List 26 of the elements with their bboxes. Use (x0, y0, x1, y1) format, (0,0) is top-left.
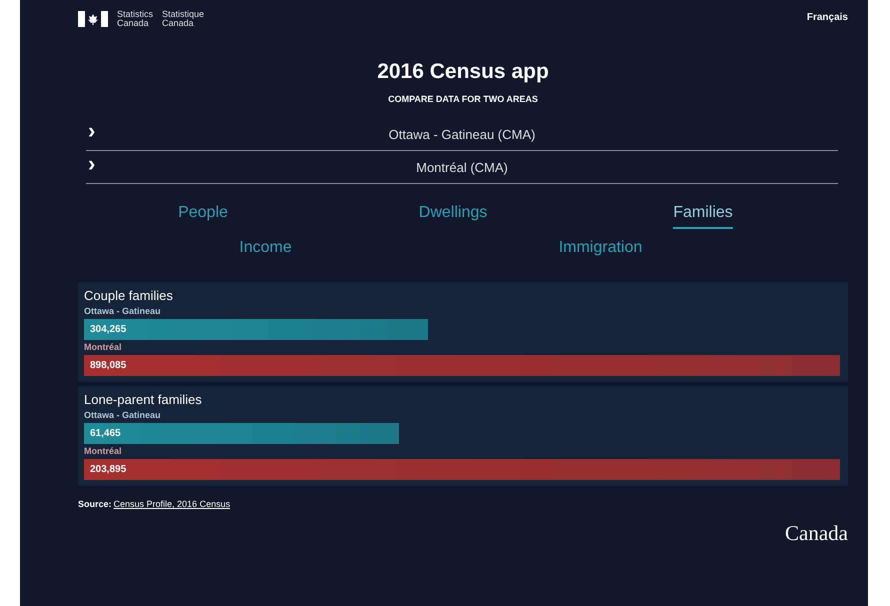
area-selector[interactable]: › Montréal (CMA) (86, 151, 838, 184)
category-tab[interactable]: Families (673, 200, 733, 229)
app-title: 2016 Census app (376, 60, 550, 84)
area-label: Ottawa - Gatineau (84, 410, 162, 420)
canada-wordmark: Canada (785, 521, 848, 546)
area-label: Ottawa - Gatineau (84, 306, 162, 316)
source-link[interactable]: Census Profile, 2016 Census (114, 499, 230, 509)
bar-value: 203,895 (90, 464, 126, 475)
bar-value: 898,085 (90, 360, 126, 371)
category-tab[interactable]: Immigration (558, 235, 642, 264)
area-selector[interactable]: › Ottawa - Gatineau (CMA) (86, 118, 838, 151)
flag-icon (78, 11, 108, 27)
category-tab[interactable]: People (178, 200, 228, 229)
category-tab[interactable]: Dwellings (418, 200, 488, 229)
source-label: Source: (78, 499, 112, 509)
agency-name: Statistics Canada (117, 10, 154, 28)
category-tab[interactable]: Income (239, 235, 292, 264)
area-label: Montréal (84, 342, 123, 352)
area-label: Montréal (84, 446, 123, 456)
app-subtitle: COMPARE DATA FOR TWO AREAS (387, 94, 539, 104)
bar-value: 61,465 (90, 428, 121, 439)
bar-value: 304,265 (90, 324, 126, 335)
panel-title: Couple families (84, 288, 174, 303)
language-link[interactable]: Français (806, 10, 848, 23)
agency-name: Statistique Canada (162, 10, 204, 28)
panel-title: Lone-parent families (84, 392, 203, 407)
